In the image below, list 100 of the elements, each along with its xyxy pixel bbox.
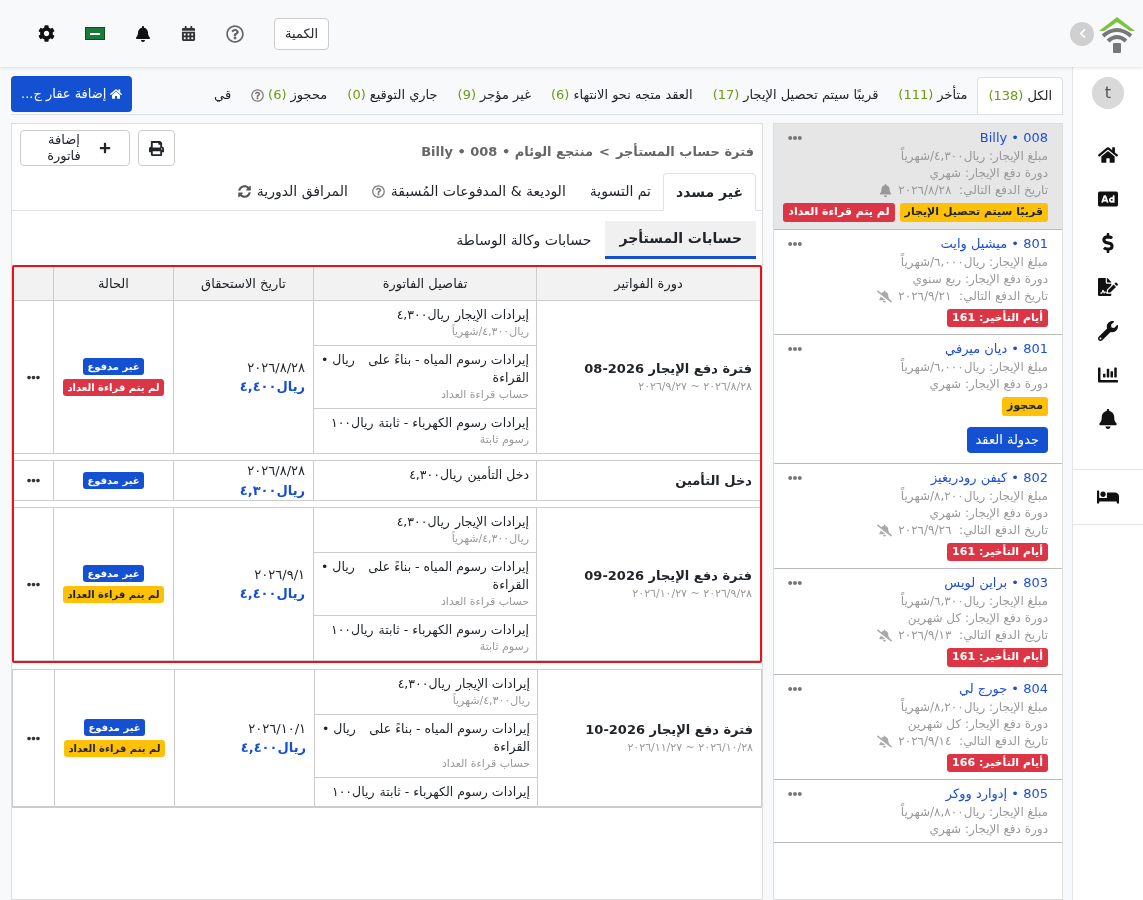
invoice-item-amount: ريال • [321, 558, 355, 576]
invoice-tab[interactable]: الوديعة & المدفوعات المُسبقة [359, 172, 578, 210]
invoice-item-name: إيرادات رسوم الكهرباء - ثابتة [378, 414, 529, 432]
schedule-contract-button[interactable]: جدولة العقد [966, 426, 1048, 453]
status-badge: غير مدفوع [83, 472, 144, 489]
refresh-icon[interactable] [237, 184, 251, 198]
flag-icon[interactable] [85, 27, 105, 40]
calendar-icon[interactable] [181, 26, 196, 41]
status-badge: أيام التأخير: 161 [947, 648, 1048, 667]
print-icon [149, 140, 164, 156]
tab-label: الوديعة & المدفوعات المُسبقة [390, 181, 566, 202]
tab-label: المرافق الدورية [256, 181, 348, 202]
add-property-button[interactable]: إضافة عقار ج... [11, 76, 133, 112]
due-amount: ريال٤,٣٠٠ [239, 481, 305, 500]
invoice-item-name: إيرادات رسوم المياه - بناءً على القراءة [367, 558, 529, 594]
rent-cycle: دورة دفع الإيجار: كل شهرين [907, 715, 1048, 733]
tab-label: غير مؤجر [480, 86, 531, 105]
due-date: ٢٠٢٦/٨/٢٨ [247, 358, 305, 377]
column-header: دورة الفواتير [536, 267, 760, 300]
status-badge: محجوز [1002, 397, 1048, 416]
invoice-item-note: ريال٤,٣٠٠/شهرياً [450, 324, 529, 340]
next-payment-date: تاريخ الدفع التالي: ٢٠٢٦/٩/٢١ [898, 287, 1048, 305]
status-badge: غير مدفوع [83, 565, 144, 582]
invoice-item-note: حساب قراءة العداد [440, 756, 530, 772]
help-icon[interactable] [226, 24, 244, 43]
invoice-item-name: إيرادات الإيجار [455, 675, 530, 693]
status-badge: قريبًا سيتم تحصيل الإيجار [899, 203, 1048, 222]
status-badge: أيام التأخير: 166 [947, 753, 1048, 772]
tab-count: (6) [550, 86, 570, 105]
tenant-name[interactable]: 803 • براين لويس [944, 573, 1048, 593]
status-badge: غير مدفوع [83, 358, 144, 375]
tab-label: قي [214, 86, 232, 105]
tab-label: العقد متجه نحو الانتهاء [573, 86, 693, 105]
invoice-item-name: إيرادات رسوم الكهرباء - ثابتة [378, 621, 529, 639]
status-badge: لم يتم قراءة العداد [63, 379, 164, 396]
breadcrumb-link[interactable]: فترة حساب المستأجر [615, 142, 754, 162]
invoice-item-note: رسوم ثابتة [478, 639, 529, 655]
document-pen-icon[interactable] [1098, 277, 1118, 297]
print-button[interactable] [138, 130, 175, 166]
due-date: ٢٠٢٦/١٠/١ [248, 719, 306, 738]
status-tab[interactable]: قي [204, 76, 242, 114]
invoice-item-amount: ريال١٠٠ [330, 621, 374, 639]
tenant-name[interactable]: 804 • جورج لي [958, 678, 1048, 699]
avatar[interactable]: t [1092, 77, 1124, 109]
tenant-name[interactable]: 805 • إدوارد ووكر [945, 784, 1048, 804]
invoice-item-note: حساب قراءة العداد [439, 387, 529, 403]
tenant-name[interactable]: 801 • ميشيل وايت [940, 233, 1048, 254]
invoice-item-name: إيرادات رسوم المياه - بناءً على القراءة [368, 720, 530, 756]
notification-icon[interactable] [135, 25, 151, 42]
period-range: ٢٠٢٦/٨/٢٨ ~ ٢٠٢٦/٩/٢٧ [638, 378, 752, 395]
invoice-item-note: ريال٤,٣٠٠/شهرياً [451, 693, 530, 709]
tenant-name[interactable]: 801 • ديان ميرفي [945, 339, 1048, 359]
invoice-tab[interactable]: تم التسوية [577, 172, 663, 210]
help-icon[interactable] [371, 184, 385, 198]
column-header: تفاصيل الفاتورة [313, 267, 536, 300]
home-icon[interactable] [1098, 145, 1118, 165]
tab-count: (6) [268, 86, 287, 105]
status-badge: لم يتم قراءة العداد [64, 740, 165, 757]
rent-amount: مبلغ الإيجار: ريال٨,٢٠٠/شهرياً [900, 487, 1048, 505]
due-amount: ريال٤,٤٠٠ [239, 378, 305, 396]
settings-icon[interactable] [38, 25, 55, 42]
invoice-item-name: إيرادات رسوم الكهرباء - ثابتة [379, 783, 530, 801]
tenant-name[interactable]: 802 • كيفن رودريغيز [930, 467, 1048, 488]
period-title: فترة دفع الإيجار 2026-08 [584, 360, 752, 378]
add-invoice-button[interactable]: إضافة فاتورة [20, 130, 130, 166]
wrench-icon[interactable] [1098, 321, 1118, 341]
status-badge: غير مدفوع [84, 719, 145, 736]
tab-label: قريبًا سيتم تحصيل الإيجار [743, 86, 879, 105]
rent-amount: مبلغ الإيجار: ريال٤,٣٠٠/شهرياً [900, 148, 1048, 165]
invoice-tab[interactable]: المرافق الدورية [225, 172, 360, 210]
tab-count: (0) [347, 86, 366, 105]
tab-label: متأخر [937, 85, 968, 105]
bar-chart-icon[interactable] [1098, 365, 1118, 385]
invoice-item-note: حساب قراءة العداد [439, 594, 529, 610]
tab-count: (138) [988, 87, 1024, 106]
breadcrumb-current: منتجع الوئام • 008 • Billy [421, 143, 593, 162]
help-icon[interactable] [251, 88, 265, 102]
bell-icon[interactable] [1098, 409, 1118, 429]
tab-count: (111) [898, 86, 934, 105]
tab-label: تم التسوية [589, 181, 651, 202]
rent-cycle: دورة دفع الإيجار: ربع سنوي [912, 270, 1048, 288]
ad-icon[interactable] [1098, 189, 1118, 209]
invoice-item-name: دخل التأمين [467, 466, 529, 484]
breadcrumb-separator: > [599, 143, 610, 161]
account-tab[interactable]: حسابات وكالة الوساطة [442, 221, 606, 259]
due-date: ٢٠٢٦/٨/٢٨ [247, 462, 305, 480]
invoice-item-amount: ريال٤,٣٠٠ [409, 466, 463, 484]
account-tab[interactable]: حسابات المستأجر [605, 221, 756, 259]
period-title: دخل التأمين [675, 471, 752, 490]
rent-amount: مبلغ الإيجار: ريال٦,٠٠٠/شهرياً [900, 359, 1048, 376]
rent-cycle: دورة دفع الإيجار: شهري [929, 821, 1048, 838]
quantity-button[interactable]: الكمية [274, 17, 330, 50]
invoice-tab[interactable]: غير مسدد [662, 173, 756, 211]
period-title: فترة دفع الإيجار 2026-10 [585, 721, 753, 739]
tab-label: محجوز [290, 86, 328, 105]
invoice-item-amount: ريال٤,٣٠٠ [396, 513, 450, 531]
rent-cycle: دورة دفع الإيجار: شهري [929, 165, 1048, 182]
status-badge: أيام التأخير: 161 [947, 308, 1048, 327]
tenant-name[interactable]: 008 • Billy [979, 128, 1048, 148]
invoice-item-amount: ريال • [321, 351, 355, 369]
